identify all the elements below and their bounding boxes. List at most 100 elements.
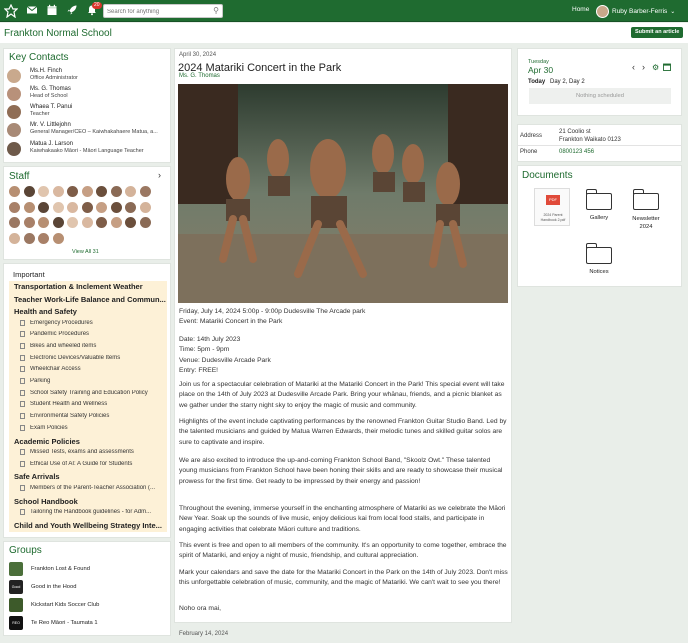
important-item[interactable]: Missed Tests, exams and assessments xyxy=(20,449,165,455)
pdf-document[interactable]: PDF 2024 Parent Handbook 2.pdf xyxy=(532,188,572,226)
staff-avatar[interactable] xyxy=(80,200,94,214)
staff-avatar[interactable] xyxy=(66,216,79,229)
important-item[interactable]: Electronic Devices/Valuable Items xyxy=(20,354,165,361)
submit-article-button[interactable]: Submit an article xyxy=(631,27,684,38)
contact-item[interactable]: Matua J. Larson Kaiwhakaako Māori - Māori… xyxy=(7,141,165,156)
search-input[interactable] xyxy=(107,7,207,16)
staff-avatar[interactable] xyxy=(138,216,152,229)
staff-avatar[interactable] xyxy=(51,216,65,229)
user-menu[interactable]: Ruby Barber-Ferris ⌄ xyxy=(596,3,675,19)
staff-avatar[interactable] xyxy=(37,185,50,198)
important-item[interactable]: Student Health and Wellness xyxy=(20,401,165,408)
staff-avatar[interactable] xyxy=(109,185,123,198)
contact-item[interactable]: Whaea T. Panui Teacher xyxy=(7,104,165,119)
staff-avatar[interactable] xyxy=(8,185,21,198)
staff-avatar[interactable] xyxy=(22,185,36,198)
staff-title: Staff xyxy=(9,171,30,182)
important-category[interactable]: Academic Policies xyxy=(14,437,166,446)
staff-avatar[interactable] xyxy=(51,200,65,214)
staff-avatar[interactable] xyxy=(124,200,137,214)
staff-avatar[interactable] xyxy=(51,185,65,198)
important-item[interactable]: Exam Policies xyxy=(20,424,165,431)
mail-icon[interactable] xyxy=(25,4,39,18)
notices-folder[interactable]: Notices xyxy=(580,243,618,275)
staff-avatar[interactable] xyxy=(22,216,36,229)
important-item[interactable]: Pandemic Procedures xyxy=(20,331,165,338)
important-category[interactable]: Child and Youth Wellbeing Strategy Inte.… xyxy=(14,521,166,530)
important-category[interactable]: Health and Safety xyxy=(14,307,166,316)
calendar-prev-icon[interactable]: ‹ xyxy=(632,62,635,72)
staff-avatar[interactable] xyxy=(8,200,21,214)
settings-gear-icon[interactable]: ⚙ xyxy=(652,63,659,72)
staff-avatar[interactable] xyxy=(22,231,36,245)
phone-number[interactable]: 0800123 456 xyxy=(559,149,594,155)
calendar-next-icon[interactable]: › xyxy=(642,62,645,72)
important-category[interactable]: School Handbook xyxy=(14,497,166,506)
staff-avatar[interactable] xyxy=(37,200,50,214)
important-item[interactable]: Tailoring the Handbook guidelines - for … xyxy=(20,509,165,516)
staff-avatar[interactable] xyxy=(66,185,79,198)
staff-avatar[interactable] xyxy=(109,216,123,229)
calendar-date[interactable]: Apr 30 xyxy=(528,65,553,75)
important-item[interactable]: Ethical Use of AI: A Guide for Students xyxy=(20,460,165,467)
important-item[interactable]: Environmental Safety Policies xyxy=(20,413,165,420)
staff-avatar[interactable] xyxy=(95,216,108,229)
pdf-filename: 2024 Parent Handbook 2.pdf xyxy=(540,213,566,222)
today-label[interactable]: Today xyxy=(528,79,545,85)
staff-avatar[interactable] xyxy=(8,216,21,229)
important-item[interactable]: Members of the Parent-Teacher Associatio… xyxy=(20,484,165,491)
folder-label: Notices xyxy=(589,269,609,275)
rocket-icon[interactable] xyxy=(65,4,79,18)
document-icon xyxy=(20,509,25,516)
school-name[interactable]: Frankton Normal School xyxy=(4,28,112,39)
staff-avatar[interactable] xyxy=(80,216,94,229)
article-author[interactable]: Ms. G. Thomas xyxy=(179,73,220,79)
document-icon xyxy=(20,342,25,349)
group-item[interactable]: Frankton Lost & Found xyxy=(9,562,90,576)
important-item-label: School Safety Training and Education Pol… xyxy=(30,389,148,396)
important-item[interactable]: Parking xyxy=(20,378,165,384)
search-icon[interactable]: ⚲ xyxy=(213,6,219,15)
staff-avatar[interactable] xyxy=(95,200,108,214)
gallery-folder[interactable]: Gallery xyxy=(580,189,618,221)
contact-avatar xyxy=(7,87,21,101)
staff-avatar[interactable] xyxy=(66,200,79,214)
staff-avatar[interactable] xyxy=(37,231,50,245)
staff-avatar[interactable] xyxy=(80,185,94,198)
staff-avatar[interactable] xyxy=(51,231,65,245)
staff-avatar[interactable] xyxy=(138,200,152,214)
group-item[interactable]: Kickstart Kids Soccer Club xyxy=(9,598,99,612)
staff-avatar[interactable] xyxy=(8,231,21,245)
staff-avatar[interactable] xyxy=(124,185,137,198)
group-icon xyxy=(9,598,23,612)
important-item[interactable]: Wheelchair Access xyxy=(20,366,165,373)
group-item[interactable]: REO Te Reo Māori - Taumata 1 xyxy=(9,616,98,630)
chevron-right-icon[interactable]: › xyxy=(158,170,161,180)
contact-item[interactable]: Ms.H. Finch Office Administrator xyxy=(7,68,165,83)
staff-avatar[interactable] xyxy=(124,216,137,229)
newsletter-folder[interactable]: Newsletter 2024 xyxy=(626,189,666,231)
home-link[interactable]: Home xyxy=(572,6,589,13)
staff-avatar[interactable] xyxy=(138,185,152,198)
article-image[interactable] xyxy=(178,84,508,303)
calendar-view-icon[interactable] xyxy=(663,63,671,73)
contact-item[interactable]: Ms. G. Thomas Head of School xyxy=(7,86,165,101)
staff-avatar[interactable] xyxy=(22,200,36,214)
important-category[interactable]: Teacher Work-Life Balance and Commun... xyxy=(14,295,166,304)
search-box[interactable]: ⚲ xyxy=(103,4,223,18)
important-item[interactable]: School Safety Training and Education Pol… xyxy=(20,389,165,396)
important-category[interactable]: Safe Arrivals xyxy=(14,472,166,481)
important-item[interactable]: Emergency Procedures xyxy=(20,319,165,326)
groups-title: Groups xyxy=(9,545,42,556)
article-paragraph: Highlights of the event include captivat… xyxy=(179,418,507,446)
school-logo-icon[interactable] xyxy=(3,3,19,19)
contact-item[interactable]: Mr. V. Littlejohn General Manager/CEO – K… xyxy=(7,122,165,137)
calendar-icon[interactable] xyxy=(45,4,59,18)
important-category[interactable]: Transportation & Inclement Weather xyxy=(14,282,166,291)
staff-avatar[interactable] xyxy=(37,216,50,229)
view-all-staff-link[interactable]: View All 31 xyxy=(72,249,99,255)
staff-avatar[interactable] xyxy=(109,200,123,214)
group-item[interactable]: Good Good in the Hood xyxy=(9,580,76,594)
staff-avatar[interactable] xyxy=(95,185,108,198)
important-item[interactable]: Bikes and wheeled items xyxy=(20,342,165,349)
